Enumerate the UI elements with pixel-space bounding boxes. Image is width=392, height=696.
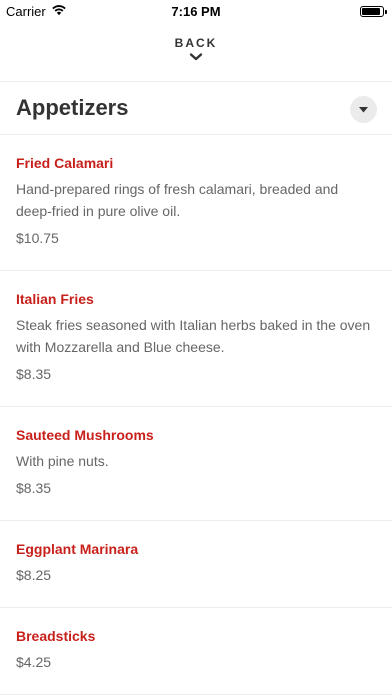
menu-item-name: Breadsticks xyxy=(16,628,96,644)
menu-item-price: $8.35 xyxy=(16,366,52,382)
header-divider xyxy=(0,81,392,82)
menu-item-description: With pine nuts. xyxy=(16,453,109,469)
menu-item-name: Eggplant Marinara xyxy=(16,541,139,557)
section-title: Appetizers xyxy=(16,95,129,120)
menu-list: Fried Calamari Hand-prepared rings of fre… xyxy=(0,135,392,695)
menu-item-name: Sauteed Mushrooms xyxy=(16,427,154,443)
menu-item[interactable]: Fried Calamari Hand-prepared rings of fre… xyxy=(0,135,392,271)
menu-item-description: Steak fries seasoned with Italian herbs … xyxy=(16,317,371,355)
menu-item[interactable]: Breadsticks $4.25 xyxy=(0,608,392,695)
menu-item-name: Fried Calamari xyxy=(16,155,114,171)
menu-item-price: $8.25 xyxy=(16,567,52,583)
menu-item-price: $8.35 xyxy=(16,480,52,496)
battery-icon xyxy=(360,6,387,17)
clock: 7:16 PM xyxy=(171,4,221,19)
menu-item[interactable]: Eggplant Marinara $8.25 xyxy=(0,521,392,608)
menu-item[interactable]: Italian Fries Steak fries seasoned with I… xyxy=(0,271,392,407)
chevron-down-icon xyxy=(189,53,203,61)
menu-item-name: Italian Fries xyxy=(16,291,94,307)
battery-level xyxy=(362,8,380,15)
caret-down-icon xyxy=(359,107,368,113)
section-dropdown-button[interactable] xyxy=(350,96,377,123)
menu-item[interactable]: Sauteed Mushrooms With pine nuts. $8.35 xyxy=(0,407,392,521)
menu-item-price: $10.75 xyxy=(16,230,59,246)
status-bar: Carrier 7:16 PM xyxy=(0,0,392,22)
section-header: Appetizers xyxy=(0,84,392,134)
menu-item-description: Hand-prepared rings of fresh calamari, b… xyxy=(16,181,339,219)
menu-item-price: $4.25 xyxy=(16,654,52,670)
back-label: BACK xyxy=(174,36,218,50)
back-button[interactable]: BACK xyxy=(0,36,392,62)
